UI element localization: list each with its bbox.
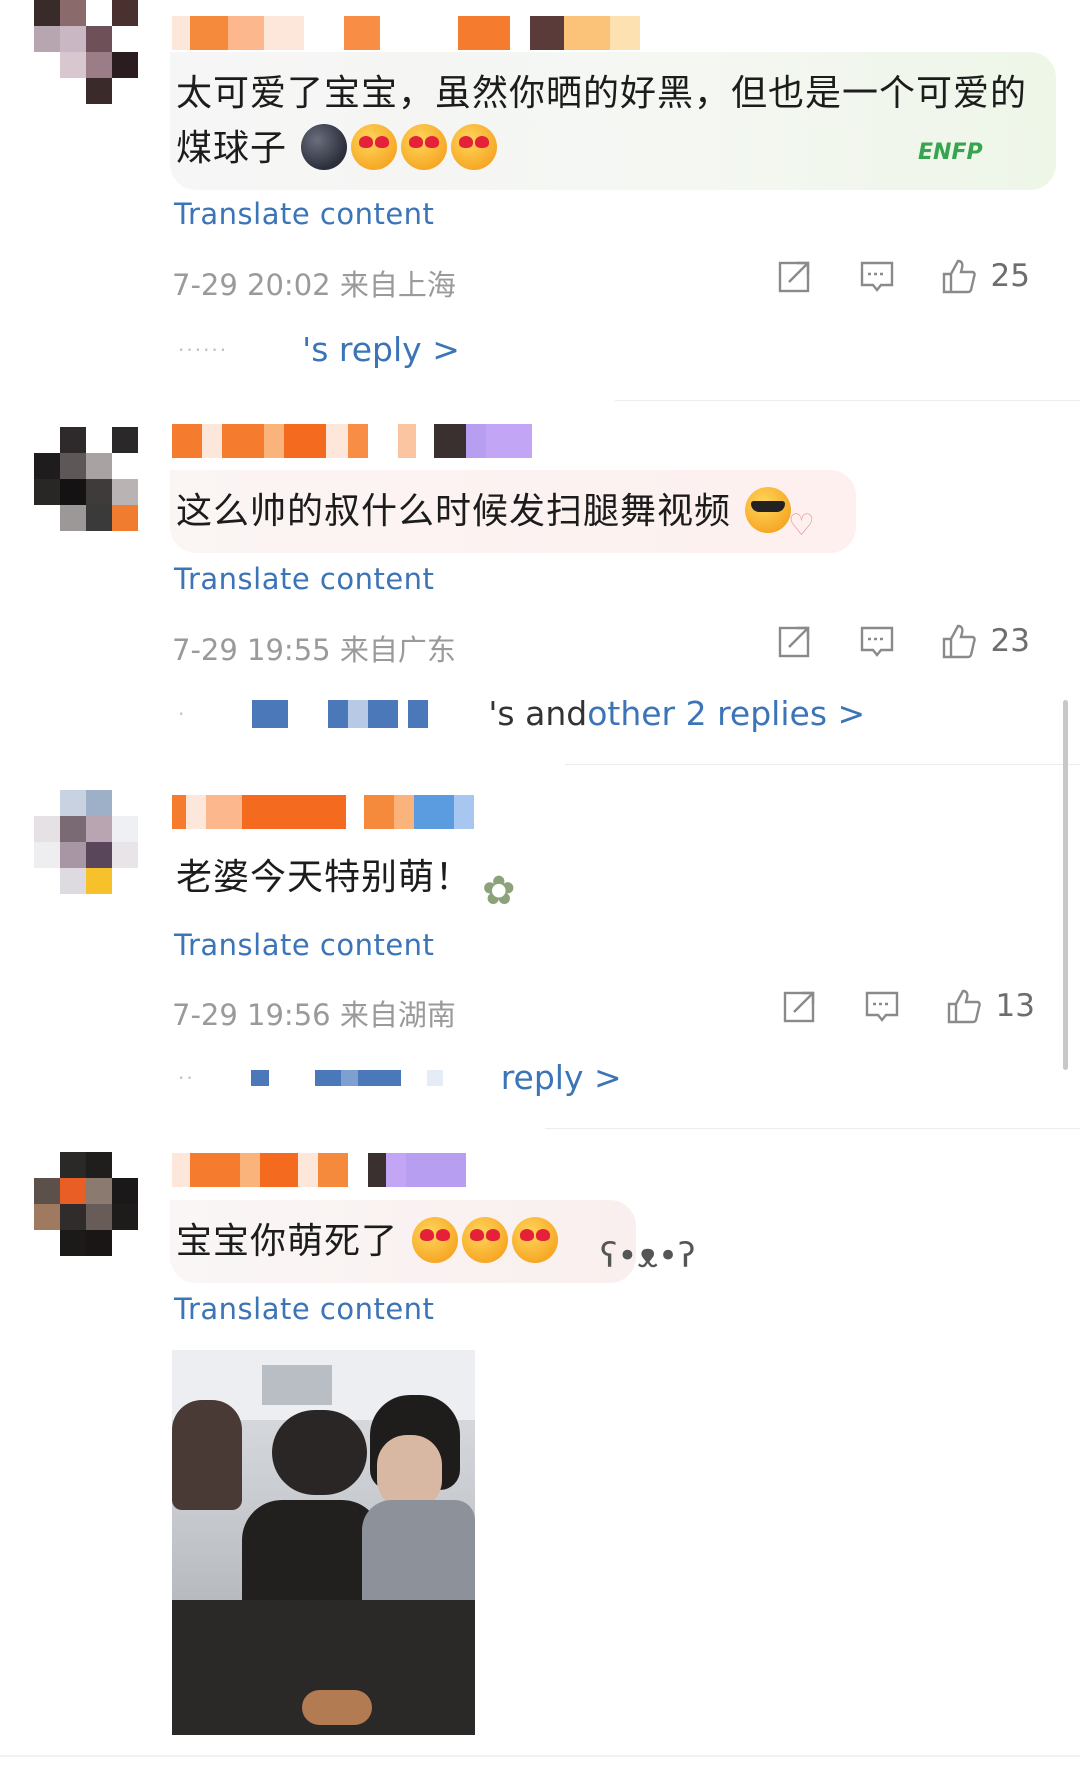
translate-link[interactable]: Translate content xyxy=(174,562,434,596)
comment-meta: 7-29 20:02 来自上海 xyxy=(172,262,456,304)
share-icon[interactable] xyxy=(782,988,818,1024)
bear-sticker-icon: ʕ•ᴥ•ʔ xyxy=(600,1236,696,1276)
comment-actions: 25 xyxy=(731,258,1030,294)
comment-icon[interactable] xyxy=(859,623,895,659)
ellipsis-icon: ······ xyxy=(178,337,229,362)
replies-prefix: 's and xyxy=(488,694,588,733)
replies-label: other 2 replies > xyxy=(587,694,866,733)
divider xyxy=(0,1755,1080,1757)
translate-link[interactable]: Translate content xyxy=(174,197,434,231)
thumbs-up-icon[interactable] xyxy=(946,988,982,1024)
replies-label: reply > xyxy=(500,1058,622,1097)
location: 来自上海 xyxy=(339,268,456,302)
divider xyxy=(545,1128,1080,1129)
ellipsis-icon: ·· xyxy=(178,1065,195,1090)
thumbs-up-icon[interactable] xyxy=(941,623,977,659)
username-pixelated xyxy=(328,699,429,728)
username-pixelated xyxy=(314,1069,401,1086)
comment-text: 宝宝你萌死了 xyxy=(176,1221,399,1262)
heart-eyes-emoji-icon xyxy=(351,124,398,170)
username-pixelated xyxy=(252,699,289,728)
comment-actions: 13 xyxy=(736,988,1035,1024)
username[interactable] xyxy=(172,16,640,50)
avatar[interactable] xyxy=(34,1152,138,1256)
scrollbar[interactable] xyxy=(1063,700,1068,1070)
timestamp: 7-29 19:56 xyxy=(172,998,331,1032)
like-count: 23 xyxy=(990,623,1030,659)
username[interactable] xyxy=(172,1153,466,1187)
comment-bubble: 宝宝你萌死了 xyxy=(170,1200,636,1283)
avatar[interactable] xyxy=(34,0,138,104)
comment-actions: 23 xyxy=(731,623,1030,659)
share-icon[interactable] xyxy=(777,623,813,659)
username[interactable] xyxy=(172,424,532,458)
avatar[interactable] xyxy=(34,790,138,894)
divider xyxy=(615,400,1080,401)
sunglasses-emoji-icon xyxy=(745,487,792,533)
flower-sticker-icon: ✿ xyxy=(482,868,516,914)
thumbs-up-icon[interactable] xyxy=(941,258,977,294)
new-moon-face-emoji-icon xyxy=(301,124,348,170)
cat-sticker-icon: ♡ xyxy=(788,508,815,543)
comment-text: 这么帅的叔什么时候发扫腿舞视频 xyxy=(176,491,732,532)
timestamp: 7-29 20:02 xyxy=(172,268,331,302)
comment-meta: 7-29 19:56 来自湖南 xyxy=(172,992,456,1034)
heart-eyes-emoji-icon xyxy=(401,124,448,170)
comment-meta: 7-29 19:55 来自广东 xyxy=(172,627,456,669)
view-replies-link[interactable]: ·· reply > xyxy=(178,1058,622,1097)
username[interactable] xyxy=(172,795,474,829)
translate-link[interactable]: Translate content xyxy=(174,928,434,962)
translate-link[interactable]: Translate content xyxy=(174,1292,434,1326)
location: 来自湖南 xyxy=(339,998,456,1032)
like-count: 25 xyxy=(990,258,1030,294)
comment-text: 老婆今天特别萌！ xyxy=(176,857,473,898)
ellipsis-icon: · xyxy=(178,701,187,726)
comment-bubble: 太可爱了宝宝，虽然你晒的好黑，但也是一个可爱的煤球子 xyxy=(170,52,1056,190)
location: 来自广东 xyxy=(339,633,456,667)
comment-icon[interactable] xyxy=(859,258,895,294)
view-replies-link[interactable]: · 's and other 2 replies > xyxy=(178,694,865,733)
avatar[interactable] xyxy=(34,427,138,531)
replies-label: 's reply > xyxy=(302,330,460,369)
attached-photo[interactable] xyxy=(172,1350,475,1735)
comment-icon[interactable] xyxy=(864,988,900,1024)
heart-eyes-emoji-icon xyxy=(412,1217,459,1263)
heart-eyes-emoji-icon xyxy=(462,1217,509,1263)
view-replies-link[interactable]: ······ 's reply > xyxy=(178,330,460,369)
share-icon[interactable] xyxy=(777,258,813,294)
divider xyxy=(565,764,1080,765)
like-count: 13 xyxy=(995,988,1035,1024)
heart-eyes-emoji-icon xyxy=(451,124,498,170)
username-pixelated xyxy=(250,1069,269,1086)
timestamp: 7-29 19:55 xyxy=(172,633,331,667)
heart-eyes-emoji-icon xyxy=(512,1217,559,1263)
enfp-sticker: ENFP xyxy=(918,140,983,165)
comment-bubble: 这么帅的叔什么时候发扫腿舞视频 xyxy=(170,470,856,553)
